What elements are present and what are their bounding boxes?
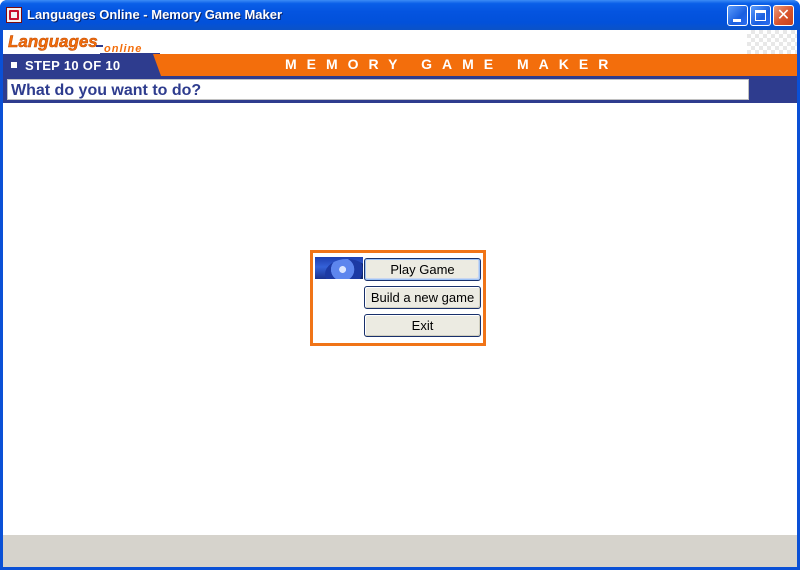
languages-online-logo: Languages online (8, 32, 160, 55)
close-icon: ✕ (776, 7, 791, 24)
step-indicator: STEP 10 OF 10 (3, 54, 161, 76)
play-game-button[interactable]: Play Game (364, 258, 481, 281)
bullet-icon (11, 62, 17, 68)
build-new-game-button[interactable]: Build a new game (364, 286, 481, 309)
maximize-button[interactable] (750, 5, 771, 26)
question-box: What do you want to do? (7, 79, 749, 100)
logo-text: Languages (8, 32, 98, 51)
logo-row: Languages online (3, 30, 797, 55)
minimize-button[interactable] (727, 5, 748, 26)
maximize-icon (755, 10, 766, 21)
title-bar[interactable]: Languages Online - Memory Game Maker ✕ (0, 0, 800, 30)
game-thumbnail-icon (315, 257, 363, 279)
decorative-checker (747, 30, 797, 54)
status-strip (3, 535, 797, 567)
close-button[interactable]: ✕ (773, 5, 794, 26)
app-icon[interactable] (6, 7, 22, 23)
action-menu: Play Game Build a new game Exit (310, 250, 486, 346)
question-text: What do you want to do? (11, 82, 202, 99)
client-area: Languages online STEP 10 OF 10 MEMORY GA… (3, 30, 797, 567)
window-title: Languages Online - Memory Game Maker (27, 7, 283, 22)
app-banner-title: MEMORY GAME MAKER (285, 56, 619, 72)
exit-button[interactable]: Exit (364, 314, 481, 337)
app-window: Languages Online - Memory Game Maker ✕ L… (0, 0, 800, 570)
minimize-icon (733, 19, 741, 22)
step-label: STEP 10 OF 10 (25, 58, 121, 73)
